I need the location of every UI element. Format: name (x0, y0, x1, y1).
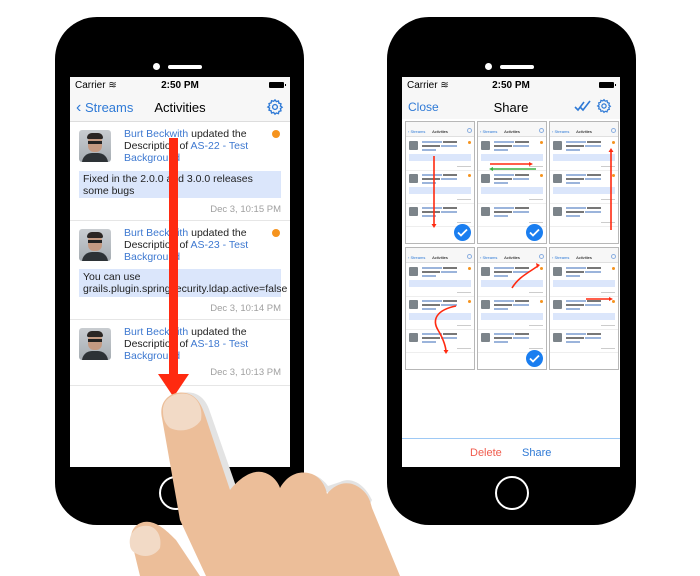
share-thumbnail[interactable]: ‹ Streams Activities (549, 121, 619, 244)
activity-timestamp: Dec 3, 10:14 PM (210, 303, 281, 314)
activity-timestamp: Dec 3, 10:13 PM (210, 367, 281, 378)
author-link[interactable]: Burt Beckwith (124, 128, 188, 140)
selected-check-icon[interactable] (526, 224, 543, 241)
status-bar: Carrier ≋ 2:50 PM (70, 77, 290, 93)
selected-check-icon[interactable] (454, 224, 471, 241)
delete-button[interactable]: Delete (470, 447, 502, 459)
author-link[interactable]: Burt Beckwith (124, 326, 188, 338)
gear-icon[interactable] (266, 98, 284, 116)
activity-item[interactable]: Burt Beckwith updated the Description of… (70, 320, 290, 386)
share-button[interactable]: Share (522, 447, 551, 459)
share-thumbnail[interactable]: ‹ Streams Activities (405, 121, 475, 244)
activity-timestamp: Dec 3, 10:15 PM (210, 204, 281, 215)
page-title: Activities (154, 100, 206, 115)
author-link[interactable]: Burt Beckwith (124, 227, 188, 239)
avatar (79, 130, 111, 162)
right-phone-screen: Carrier ≋ 2:50 PM Close Share ‹ Streams A… (402, 77, 620, 467)
share-thumbnail[interactable]: ‹ Streams Activities (549, 247, 619, 370)
activity-summary: Burt Beckwith updated the Description of… (124, 326, 249, 362)
share-thumbnail[interactable]: ‹ Streams Activities (477, 121, 547, 244)
status-time: 2:50 PM (492, 80, 530, 91)
front-camera (153, 63, 160, 70)
activity-comment: You can use grails.plugin.springsecurity… (79, 269, 287, 297)
gesture-annotation (608, 148, 614, 230)
activity-summary: Burt Beckwith updated the Description of… (124, 128, 249, 164)
battery-icon (599, 82, 616, 88)
left-phone-screen: Carrier ≋ 2:50 PM ‹ Streams Activities B… (70, 77, 290, 467)
unread-indicator (272, 229, 280, 237)
status-time: 2:50 PM (161, 80, 199, 91)
thumb-nail (129, 525, 161, 556)
avatar (79, 229, 111, 261)
double-check-icon[interactable] (574, 99, 592, 118)
status-bar: Carrier ≋ 2:50 PM (402, 77, 620, 93)
nav-bar: ‹ Streams Activities (70, 93, 290, 122)
home-button[interactable] (159, 476, 193, 510)
share-thumbnail[interactable]: ‹ Streams Activities (477, 247, 547, 370)
battery-icon (269, 82, 286, 88)
home-button[interactable] (495, 476, 529, 510)
gesture-annotation (434, 305, 457, 354)
activity-comment: Fixed in the 2.0.0 and 3.0.0 releases so… (79, 171, 281, 198)
selected-check-icon[interactable] (526, 350, 543, 367)
activity-item[interactable]: Burt Beckwith updated the Description of… (70, 221, 290, 320)
gesture-annotation (586, 297, 613, 301)
gear-icon[interactable] (596, 98, 614, 116)
activity-summary: Burt Beckwith updated the Description of… (124, 227, 249, 263)
front-camera (485, 63, 492, 70)
share-thumbnail[interactable]: ‹ Streams Activities (405, 247, 475, 370)
activity-item[interactable]: Burt Beckwith updated the Description of… (70, 122, 290, 221)
earpiece-speaker (168, 65, 202, 69)
avatar (79, 328, 111, 360)
unread-indicator (272, 130, 280, 138)
earpiece-speaker (500, 65, 534, 69)
nav-bar: Close Share (402, 93, 620, 119)
thumb (131, 521, 200, 576)
bottom-toolbar: Delete Share (402, 438, 620, 467)
